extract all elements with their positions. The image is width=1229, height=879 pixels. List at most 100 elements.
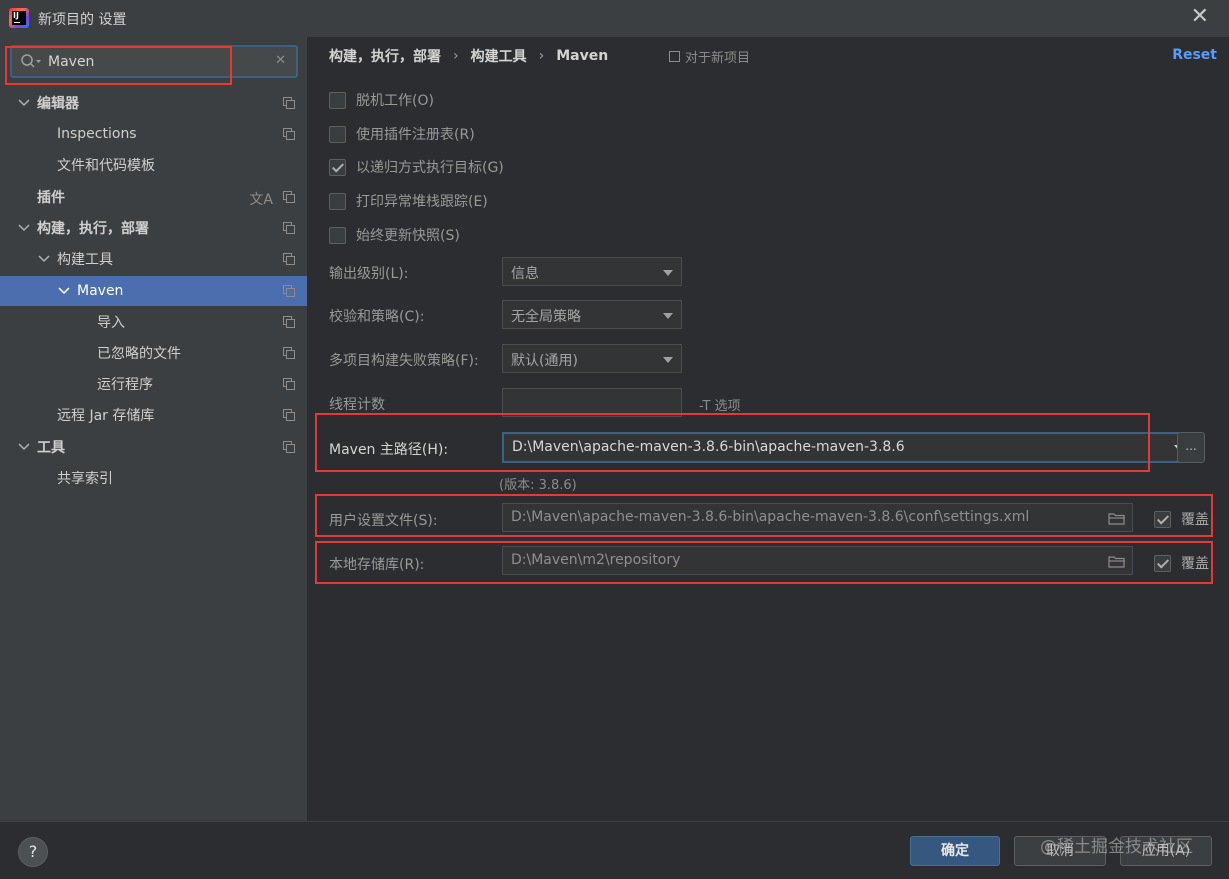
window-title: 新项目的 设置: [38, 12, 127, 28]
for-new-project-label: 对于新项目: [669, 47, 750, 66]
local-repo-value: D:\Maven\m2\repository: [511, 552, 681, 568]
user-settings-override[interactable]: 覆盖: [1154, 509, 1209, 529]
breadcrumb-build-tools[interactable]: 构建工具: [471, 46, 527, 66]
maven-home-input[interactable]: D:\Maven\apache-maven-3.8.6-bin\apache-m…: [502, 432, 1195, 463]
always-update-checkbox-row[interactable]: 始终更新快照(S): [329, 225, 460, 245]
multiproject-fail-select[interactable]: 默认(通用): [502, 344, 682, 373]
ok-button[interactable]: 确定: [910, 836, 1000, 866]
sidebar-item-label: 运行程序: [97, 377, 153, 393]
sidebar-item-importing[interactable]: 导入: [0, 307, 307, 337]
copy-icon: [283, 409, 295, 421]
help-button[interactable]: ?: [18, 837, 48, 867]
breadcrumb-separator: ›: [538, 48, 545, 64]
print-stack-checkbox-row[interactable]: 打印异常堆栈跟踪(E): [329, 191, 488, 211]
sidebar-item-maven[interactable]: Maven: [0, 276, 307, 306]
sidebar-item-label: 工具: [37, 440, 65, 456]
print-stack-label: 打印异常堆栈跟踪(E): [356, 194, 488, 210]
sidebar-item-label: 远程 Jar 存储库: [57, 408, 155, 424]
sidebar-item-label: Maven: [77, 283, 124, 299]
maven-home-label: Maven 主路径(H):: [329, 442, 449, 458]
search-input[interactable]: [48, 52, 258, 72]
copy-icon: [283, 128, 295, 140]
sidebar-item-label: 文件和代码模板: [57, 158, 155, 174]
title-bar: IJ 新项目的 设置 ✕: [0, 0, 1229, 37]
print-stack-checkbox[interactable]: [329, 192, 346, 210]
copy-icon: [283, 97, 295, 109]
copy-icon: [283, 285, 295, 297]
maven-home-browse-button[interactable]: ...: [1177, 432, 1205, 463]
copy-icon: [283, 441, 295, 453]
plugin-registry-checkbox-row[interactable]: 使用插件注册表(R): [329, 124, 475, 144]
sidebar-item-label: 编辑器: [37, 96, 79, 112]
sidebar-item-editor[interactable]: 编辑器: [0, 88, 307, 118]
chevron-down-icon: [18, 224, 30, 232]
recursive-checkbox[interactable]: [329, 158, 346, 176]
user-settings-input[interactable]: D:\Maven\apache-maven-3.8.6-bin\apache-m…: [502, 503, 1133, 532]
local-repo-override-checkbox[interactable]: [1154, 554, 1171, 572]
copy-icon: [669, 51, 680, 62]
thread-count-label: 线程计数: [329, 397, 385, 413]
user-settings-override-checkbox[interactable]: [1154, 510, 1171, 528]
output-level-value: 信息: [511, 266, 539, 282]
sidebar-item-label: 插件: [37, 190, 65, 206]
folder-icon[interactable]: [1108, 555, 1126, 568]
user-settings-value: D:\Maven\apache-maven-3.8.6-bin\apache-m…: [511, 509, 1030, 525]
dropdown-arrow-icon: [663, 313, 673, 319]
chevron-down-icon: [18, 99, 30, 107]
sidebar-item-runner[interactable]: 运行程序: [0, 369, 307, 399]
offline-checkbox[interactable]: [329, 91, 346, 109]
sidebar-item-label: 构建，执行，部署: [37, 221, 149, 237]
local-repo-override[interactable]: 覆盖: [1154, 553, 1209, 573]
copy-icon: [283, 222, 295, 234]
multiproject-fail-value: 默认(通用): [511, 353, 578, 369]
clear-search-icon[interactable]: ✕: [275, 53, 286, 68]
checksum-policy-value: 无全局策略: [511, 309, 581, 325]
intellij-logo-icon: IJ: [9, 8, 29, 28]
offline-label: 脱机工作(O): [356, 93, 434, 109]
sidebar-item-shared-indexes[interactable]: 共享索引: [0, 463, 307, 493]
local-repo-label: 本地存储库(R):: [329, 557, 425, 573]
recursive-label: 以递归方式执行目标(G): [356, 160, 504, 176]
reset-link[interactable]: Reset: [1172, 47, 1217, 63]
breadcrumb-build-execution-deployment[interactable]: 构建，执行，部署: [329, 46, 441, 66]
sidebar-item-label: Inspections: [57, 126, 137, 142]
close-icon[interactable]: ✕: [1191, 6, 1209, 28]
plugin-registry-label: 使用插件注册表(R): [356, 127, 475, 143]
sidebar-item-ignored-files[interactable]: 已忽略的文件: [0, 338, 307, 368]
sidebar-item-plugins[interactable]: 插件 文A: [0, 182, 307, 212]
settings-sidebar: ✕ 编辑器 Inspections 文件和代码模板 插件 文A 构建，执行，部署…: [0, 37, 307, 821]
maven-version-label: (版本: 3.8.6): [499, 478, 577, 493]
output-level-select[interactable]: 信息: [502, 257, 682, 286]
translate-icon: 文A: [249, 192, 273, 208]
sidebar-item-remote-jar-repositories[interactable]: 远程 Jar 存储库: [0, 400, 307, 430]
offline-checkbox-row[interactable]: 脱机工作(O): [329, 90, 434, 110]
local-repo-input[interactable]: D:\Maven\m2\repository: [502, 546, 1133, 575]
search-box[interactable]: ✕: [10, 45, 298, 78]
always-update-label: 始终更新快照(S): [356, 228, 460, 244]
plugin-registry-checkbox[interactable]: [329, 125, 346, 143]
sidebar-item-label: 已忽略的文件: [97, 346, 181, 362]
sidebar-item-build-tools[interactable]: 构建工具: [0, 244, 307, 274]
settings-main-panel: 构建，执行，部署 › 构建工具 › Maven 对于新项目 Reset 脱机工作…: [307, 37, 1229, 821]
sidebar-item-file-templates[interactable]: 文件和代码模板: [0, 150, 307, 180]
checksum-policy-select[interactable]: 无全局策略: [502, 300, 682, 329]
sidebar-item-label: 导入: [97, 315, 125, 331]
sidebar-item-tools[interactable]: 工具: [0, 432, 307, 462]
copy-icon: [283, 347, 295, 359]
thread-count-hint: -T 选项: [699, 399, 741, 414]
sidebar-item-build-execution-deployment[interactable]: 构建，执行，部署: [0, 213, 307, 243]
multiproject-fail-label: 多项目构建失败策略(F):: [329, 353, 479, 369]
copy-icon: [283, 191, 295, 203]
sidebar-item-inspections[interactable]: Inspections: [0, 119, 307, 149]
checksum-policy-label: 校验和策略(C):: [329, 309, 425, 325]
recursive-checkbox-row[interactable]: 以递归方式执行目标(G): [329, 157, 504, 177]
always-update-checkbox[interactable]: [329, 226, 346, 244]
folder-icon[interactable]: [1108, 512, 1126, 525]
maven-home-value: D:\Maven\apache-maven-3.8.6-bin\apache-m…: [512, 439, 905, 455]
chevron-down-icon: [18, 443, 30, 451]
breadcrumb-separator: ›: [453, 48, 459, 64]
thread-count-input[interactable]: [502, 388, 682, 417]
user-settings-label: 用户设置文件(S):: [329, 513, 438, 529]
chevron-down-icon: [38, 255, 50, 263]
copy-icon: [283, 316, 295, 328]
